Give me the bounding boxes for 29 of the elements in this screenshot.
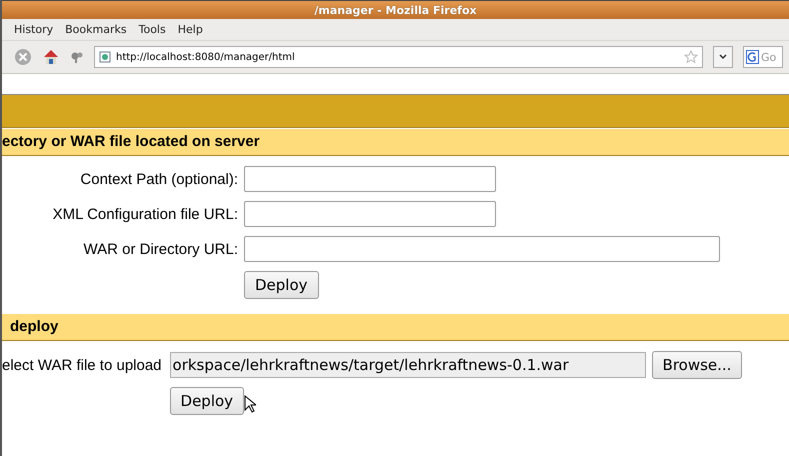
section-heading: deploy (2, 313, 789, 341)
text-field[interactable] (244, 201, 496, 227)
star-icon[interactable] (684, 50, 698, 64)
menu-item[interactable]: Bookmarks (65, 23, 127, 36)
field-label: XML Configuration file URL: (52, 206, 238, 222)
deploy-button[interactable]: Deploy (170, 387, 244, 415)
menu-item[interactable]: Help (178, 23, 203, 36)
file-field[interactable]: orkspace/lehrkraftnews/target/lehrkraftnews-0.1.war (170, 352, 646, 378)
section-heading: ectory or WAR file located on server (2, 128, 789, 156)
search-placeholder: Go (761, 50, 776, 64)
menu-item[interactable]: History (14, 23, 54, 36)
field-label: elect WAR file to upload (2, 356, 162, 374)
menu-item[interactable]: Tools (138, 23, 166, 36)
stop-icon[interactable] (14, 48, 32, 66)
url-text: http://localhost:8080/manager/html (116, 52, 295, 62)
window-title: /manager - Mozilla Firefox (314, 4, 477, 16)
dropdown-button[interactable] (713, 46, 733, 68)
field-label: WAR or Directory URL: (82, 240, 238, 258)
cursor-icon (244, 395, 256, 413)
caret-icon (719, 54, 727, 60)
search-engine-icon[interactable] (746, 50, 759, 64)
browse-button[interactable]: Browse... (652, 351, 742, 379)
field-label: Context Path (optional): (79, 170, 238, 188)
text-field[interactable] (244, 236, 720, 262)
home-icon[interactable] (42, 48, 60, 66)
text-field[interactable] (244, 166, 496, 192)
address-field[interactable]: http://localhost:8080/manager/html (94, 46, 703, 68)
page-icon (99, 51, 111, 63)
deploy-button[interactable]: Deploy (244, 271, 319, 299)
